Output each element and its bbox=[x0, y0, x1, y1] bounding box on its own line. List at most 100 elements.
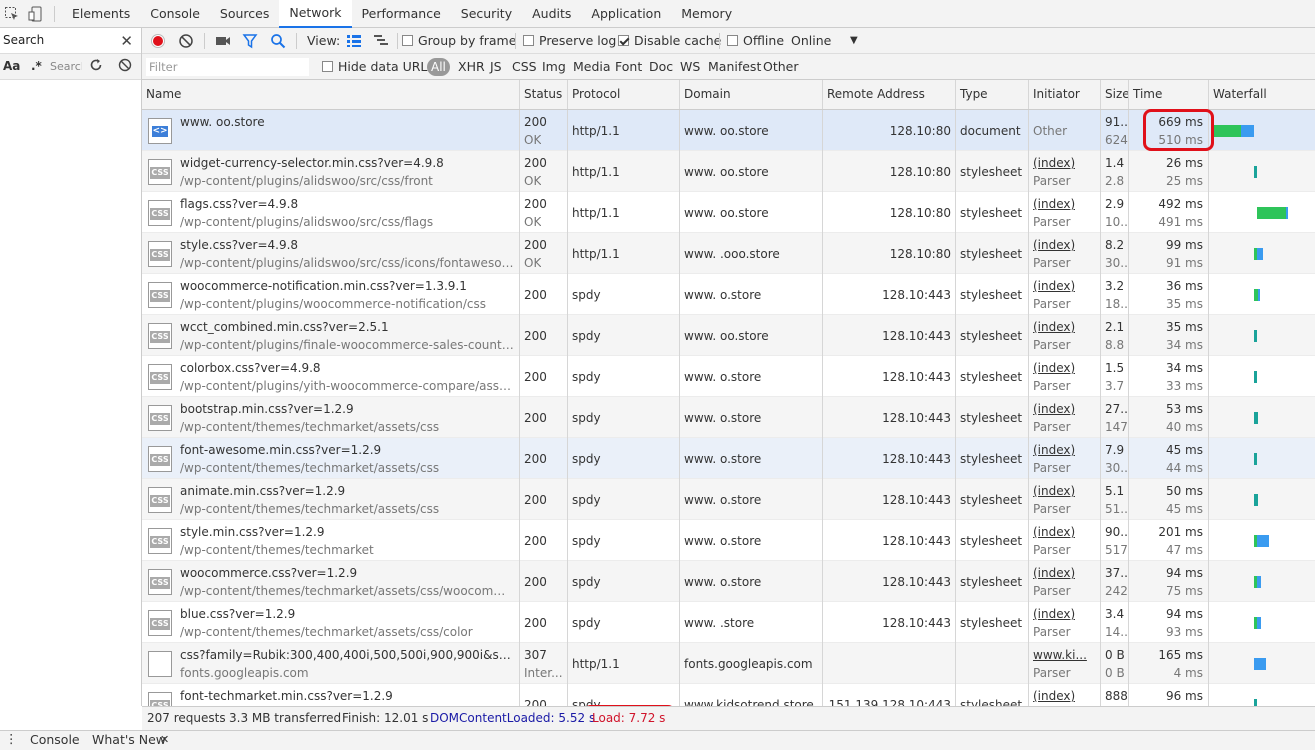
filter-input[interactable] bbox=[146, 58, 309, 76]
offline-checkbox[interactable]: Offline bbox=[727, 28, 784, 54]
drawer-menu-icon[interactable]: ⋮ bbox=[5, 725, 18, 753]
filter-type-css[interactable]: CSS bbox=[512, 54, 537, 80]
cell-protocol: spdy bbox=[568, 438, 680, 479]
throttling-select[interactable]: Online bbox=[791, 28, 831, 54]
refresh-icon[interactable] bbox=[89, 58, 103, 72]
overview-icon[interactable] bbox=[373, 34, 389, 48]
column-header-status[interactable]: Status bbox=[520, 80, 568, 109]
table-row[interactable]: CSS widget-currency-selector.min.css?ver=… bbox=[142, 151, 1315, 192]
preserve-log-checkbox[interactable]: Preserve log bbox=[523, 28, 616, 54]
match-case-toggle[interactable]: Aa bbox=[3, 59, 20, 73]
table-row[interactable]: CSS font-awesome.min.css?ver=1.2.9/wp-con… bbox=[142, 438, 1315, 479]
device-toolbar-icon[interactable] bbox=[28, 6, 44, 22]
search-input[interactable]: Search bbox=[50, 60, 82, 73]
initiator-link[interactable]: (index) bbox=[1033, 607, 1075, 621]
filter-icon[interactable] bbox=[242, 33, 258, 49]
initiator-cause: Parser bbox=[1033, 297, 1071, 311]
disable-cache-checkbox[interactable]: Disable cache bbox=[618, 28, 721, 54]
initiator-link[interactable]: (index) bbox=[1033, 279, 1075, 293]
column-header-initiator[interactable]: Initiator bbox=[1029, 80, 1101, 109]
table-row[interactable]: CSS woocommerce.css?ver=1.2.9/wp-content/… bbox=[142, 561, 1315, 602]
tab-security[interactable]: Security bbox=[451, 0, 522, 28]
large-rows-icon[interactable] bbox=[346, 34, 362, 48]
cell-domain: www. .store bbox=[680, 602, 823, 643]
time-latency: 91 ms bbox=[1165, 256, 1203, 270]
tab-console[interactable]: Console bbox=[140, 0, 210, 28]
status-code: 200 bbox=[524, 115, 547, 129]
column-header-protocol[interactable]: Protocol bbox=[568, 80, 680, 109]
tab-network[interactable]: Network bbox=[279, 0, 352, 28]
initiator-link[interactable]: (index) bbox=[1033, 238, 1075, 252]
inspect-element-icon[interactable] bbox=[4, 6, 20, 22]
css-file-icon: CSS bbox=[148, 610, 172, 636]
table-row[interactable]: CSS bootstrap.min.css?ver=1.2.9/wp-conten… bbox=[142, 397, 1315, 438]
filter-type-media[interactable]: Media bbox=[573, 54, 611, 80]
initiator-link[interactable]: (index) bbox=[1033, 320, 1075, 334]
cell-domain: www. oo.store bbox=[680, 192, 823, 233]
column-header-name[interactable]: Name bbox=[142, 80, 520, 109]
initiator-link[interactable]: (index) bbox=[1033, 156, 1075, 170]
table-row[interactable]: CSS blue.css?ver=1.2.9/wp-content/themes/… bbox=[142, 602, 1315, 643]
size-resource: 517.... bbox=[1105, 543, 1128, 557]
tab-application[interactable]: Application bbox=[581, 0, 671, 28]
close-icon[interactable]: ✕ bbox=[120, 32, 133, 50]
table-row[interactable]: CSS wcct_combined.min.css?ver=2.5.1/wp-co… bbox=[142, 315, 1315, 356]
cell-domain: fonts.googleapis.com bbox=[680, 643, 823, 684]
tab-memory[interactable]: Memory bbox=[671, 0, 742, 28]
filter-type-doc[interactable]: Doc bbox=[649, 54, 673, 80]
capture-screenshots-icon[interactable] bbox=[215, 34, 231, 50]
table-row[interactable]: CSS style.css?ver=4.9.8/wp-content/plugin… bbox=[142, 233, 1315, 274]
table-row[interactable]: <> www. oo.store 200 OK http/1.1 www. oo.stor… bbox=[142, 110, 1315, 151]
tab-audits[interactable]: Audits bbox=[522, 0, 581, 28]
clear-search-icon[interactable] bbox=[118, 58, 132, 72]
regex-toggle[interactable]: .* bbox=[31, 59, 42, 73]
table-row[interactable]: CSS animate.min.css?ver=1.2.9/wp-content/… bbox=[142, 479, 1315, 520]
protocol-value: http/1.1 bbox=[572, 124, 620, 138]
group-by-frame-checkbox[interactable]: Group by frame bbox=[402, 28, 516, 54]
request-path: /wp-content/themes/techmarket/assets/css bbox=[180, 420, 440, 434]
chevron-down-icon[interactable]: ▼ bbox=[850, 28, 858, 54]
filter-type-all[interactable]: All bbox=[427, 54, 450, 80]
filter-type-js[interactable]: JS bbox=[490, 54, 502, 80]
cell-status: 200 bbox=[520, 561, 568, 602]
initiator-link[interactable]: (index) bbox=[1033, 484, 1075, 498]
column-header-domain[interactable]: Domain bbox=[680, 80, 823, 109]
column-header-remote-address[interactable]: Remote Address bbox=[823, 80, 956, 109]
tab-elements[interactable]: Elements bbox=[62, 0, 140, 28]
search-icon[interactable] bbox=[270, 33, 286, 49]
filter-type-font[interactable]: Font bbox=[615, 54, 642, 80]
initiator-link[interactable]: (index) bbox=[1033, 566, 1075, 580]
cell-domain: www. o.store bbox=[680, 520, 823, 561]
table-row[interactable]: CSS font-techmarket.min.css?ver=1.2.9 200 s… bbox=[142, 684, 1315, 706]
table-row[interactable]: CSS colorbox.css?ver=4.9.8/wp-content/plu… bbox=[142, 356, 1315, 397]
initiator-link[interactable]: (index) bbox=[1033, 197, 1075, 211]
filter-type-ws[interactable]: WS bbox=[680, 54, 700, 80]
initiator-link[interactable]: (index) bbox=[1033, 443, 1075, 457]
initiator-link[interactable]: (index) bbox=[1033, 361, 1075, 375]
filter-type-xhr[interactable]: XHR bbox=[458, 54, 485, 80]
table-row[interactable]: CSS flags.css?ver=4.9.8/wp-content/plugin… bbox=[142, 192, 1315, 233]
cell-status: 200 bbox=[520, 479, 568, 520]
initiator-link[interactable]: (index) bbox=[1033, 525, 1075, 539]
filter-type-img[interactable]: Img bbox=[542, 54, 566, 80]
record-button[interactable] bbox=[150, 33, 166, 49]
hide-data-urls-checkbox[interactable]: Hide data URLs bbox=[322, 54, 434, 80]
column-header-waterfall[interactable]: Waterfall bbox=[1209, 80, 1315, 109]
clear-icon[interactable] bbox=[178, 33, 194, 49]
table-row[interactable]: css?family=Rubik:300,400,400i,500,500i,9… bbox=[142, 643, 1315, 684]
initiator-link[interactable]: (index) bbox=[1033, 402, 1075, 416]
initiator-link[interactable]: (index) bbox=[1033, 689, 1075, 703]
initiator-link[interactable]: www.ki... bbox=[1033, 648, 1087, 662]
filter-type-manifest[interactable]: Manifest bbox=[708, 54, 761, 80]
tab-performance[interactable]: Performance bbox=[352, 0, 451, 28]
cell-status: 200 OK bbox=[520, 192, 568, 233]
column-header-time[interactable]: Time bbox=[1129, 80, 1209, 109]
table-row[interactable]: CSS woocommerce-notification.min.css?ver=… bbox=[142, 274, 1315, 315]
cell-wf bbox=[1209, 315, 1315, 356]
tab-sources[interactable]: Sources bbox=[210, 0, 279, 28]
column-header-size[interactable]: Size bbox=[1101, 80, 1129, 109]
column-header-type[interactable]: Type bbox=[956, 80, 1029, 109]
cell-time: 99 ms 91 ms bbox=[1129, 233, 1209, 274]
filter-type-other[interactable]: Other bbox=[763, 54, 799, 80]
table-row[interactable]: CSS style.min.css?ver=1.2.9/wp-content/th… bbox=[142, 520, 1315, 561]
